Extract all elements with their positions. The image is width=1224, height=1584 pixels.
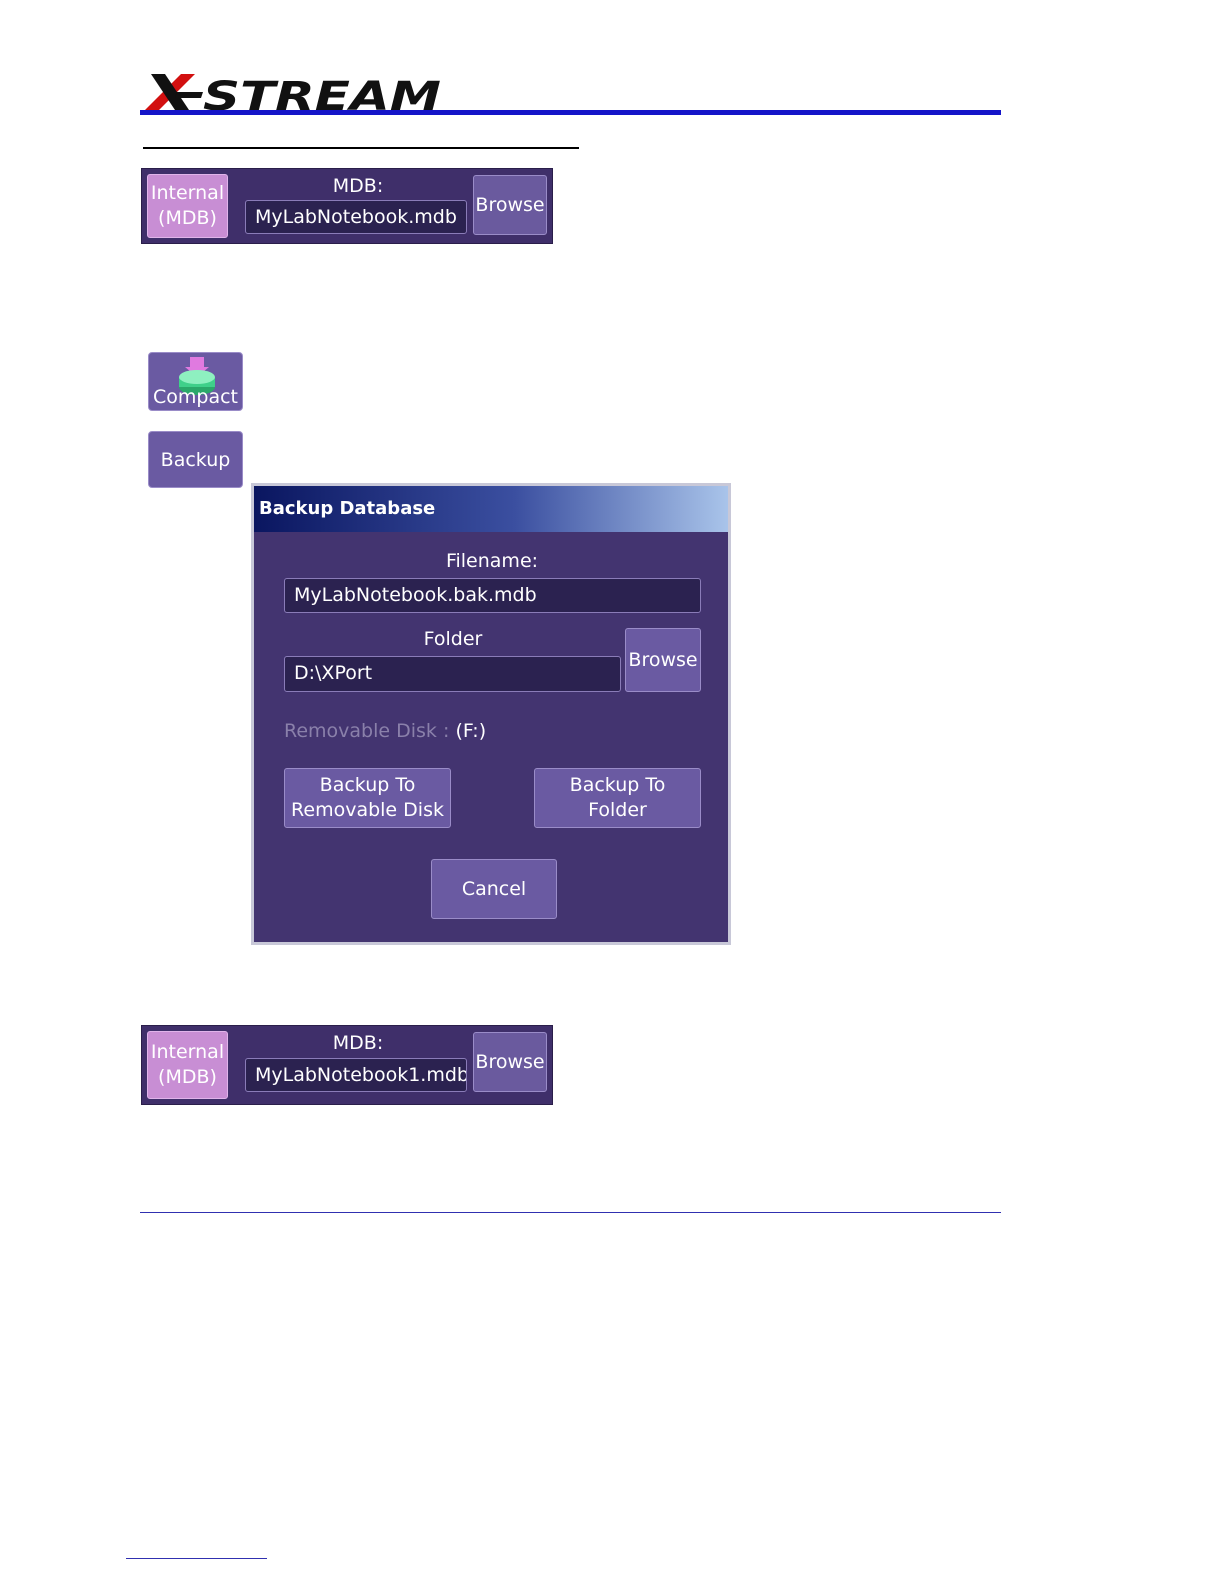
- internal-mdb-button[interactable]: Internal (MDB): [147, 174, 228, 238]
- mdb-panel: Internal (MDB) MDB: MyLabNotebook.mdb Br…: [141, 168, 553, 244]
- backup-button[interactable]: Backup: [148, 431, 243, 488]
- backup-removable-line1: Backup To: [319, 774, 416, 796]
- folder-field[interactable]: D:\XPort: [284, 656, 621, 692]
- backup-removable-line2: Removable Disk: [291, 799, 444, 821]
- internal-mdb-line1: Internal: [150, 1041, 225, 1063]
- backup-folder-line2: Folder: [588, 799, 647, 821]
- mdb-browse-button[interactable]: Browse: [473, 175, 547, 235]
- backup-folder-line1: Backup To: [569, 774, 666, 796]
- mdb-label: MDB:: [332, 175, 384, 197]
- internal-mdb-button[interactable]: Internal (MDB): [147, 1031, 228, 1099]
- header-rule: [140, 110, 1001, 115]
- footer-rule: [140, 1212, 1001, 1213]
- cancel-button[interactable]: Cancel: [431, 859, 557, 919]
- backup-database-dialog: Backup Database Filename: MyLabNotebook.…: [251, 483, 731, 945]
- compact-label: Compact: [153, 386, 238, 408]
- folder-browse-button[interactable]: Browse: [625, 628, 701, 692]
- xstream-logo: STREAM: [143, 70, 443, 114]
- removable-disk-value: (F:): [455, 720, 487, 742]
- mdb-filename-field[interactable]: MyLabNotebook.mdb: [245, 200, 467, 234]
- filename-label: Filename:: [445, 550, 539, 572]
- internal-mdb-line2: (MDB): [158, 207, 217, 229]
- section-rule: [143, 147, 579, 149]
- mdb-panel-updated: Internal (MDB) MDB: MyLabNotebook1.mdb B…: [141, 1025, 553, 1105]
- removable-disk-label: Removable Disk :: [284, 720, 450, 742]
- internal-mdb-line2: (MDB): [158, 1066, 217, 1088]
- mdb-filename-field[interactable]: MyLabNotebook1.mdb: [245, 1058, 467, 1092]
- dialog-title: Backup Database: [254, 486, 728, 532]
- internal-mdb-line1: Internal: [150, 182, 225, 204]
- backup-to-folder-button[interactable]: Backup To Folder: [534, 768, 701, 828]
- compact-button[interactable]: Compact: [148, 352, 243, 411]
- page-footer-rule: [126, 1558, 267, 1559]
- xstream-logo-graphic: STREAM: [145, 74, 441, 114]
- removable-disk-row: Removable Disk : (F:): [284, 720, 486, 742]
- backup-to-removable-disk-button[interactable]: Backup To Removable Disk: [284, 768, 451, 828]
- mdb-label: MDB:: [332, 1032, 384, 1054]
- folder-label: Folder: [423, 628, 483, 650]
- filename-field[interactable]: MyLabNotebook.bak.mdb: [284, 578, 701, 613]
- mdb-browse-button[interactable]: Browse: [473, 1032, 547, 1092]
- svg-text:STREAM: STREAM: [203, 74, 441, 114]
